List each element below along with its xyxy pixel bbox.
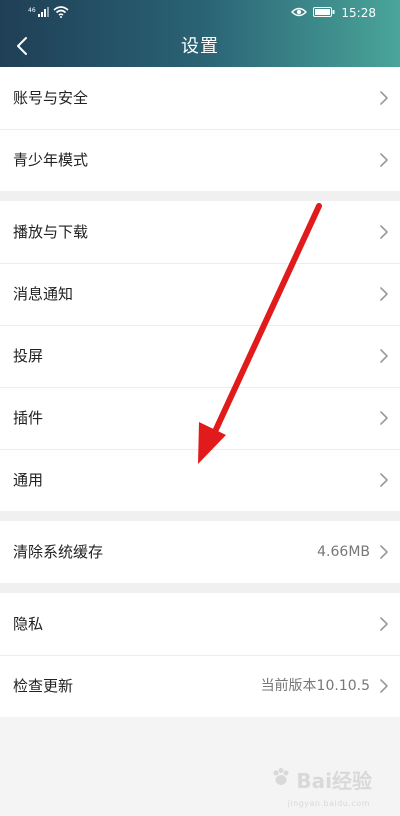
settings-row-playback-download[interactable]: 播放与下载 <box>0 201 400 263</box>
row-label: 检查更新 <box>13 677 74 695</box>
chevron-right-icon <box>380 349 388 363</box>
page-title: 设置 <box>181 36 219 57</box>
chevron-right-icon <box>380 411 388 425</box>
watermark-url: jingyan.baidu.com <box>287 799 370 808</box>
chevron-right-icon <box>380 679 388 693</box>
watermark-text: Bai经验 <box>296 769 372 793</box>
version-value: 当前版本10.10.5 <box>260 678 370 694</box>
settings-row-teen-mode[interactable]: 青少年模式 <box>0 129 400 191</box>
chevron-right-icon <box>380 617 388 631</box>
settings-row-cast-screen[interactable]: 投屏 <box>0 325 400 387</box>
row-label: 投屏 <box>13 347 44 365</box>
row-label: 播放与下载 <box>13 223 89 241</box>
section-divider <box>0 191 400 201</box>
row-label: 清除系统缓存 <box>13 543 104 561</box>
chevron-right-icon <box>380 225 388 239</box>
battery-icon <box>313 6 335 21</box>
chevron-right-icon <box>380 91 388 105</box>
row-label: 账号与安全 <box>13 89 89 107</box>
row-label: 通用 <box>13 471 44 489</box>
chevron-right-icon <box>380 473 388 487</box>
settings-row-privacy[interactable]: 隐私 <box>0 593 400 655</box>
signal-text: 46 <box>28 7 36 14</box>
status-bar: 46 15:28 <box>0 0 400 26</box>
signal-icon: 46 <box>28 6 50 21</box>
cache-size-value: 4.66MB <box>317 544 370 560</box>
settings-list: 账号与安全 青少年模式 播放与下载 消息通知 投屏 插件 通用 清除系统缓存 4… <box>0 67 400 717</box>
wifi-icon <box>53 5 69 21</box>
settings-group-general: 播放与下载 消息通知 投屏 插件 通用 <box>0 201 400 511</box>
status-left: 46 <box>28 5 69 21</box>
paw-icon <box>270 766 292 793</box>
chevron-right-icon <box>380 545 388 559</box>
settings-group-account: 账号与安全 青少年模式 <box>0 67 400 191</box>
chevron-right-icon <box>380 287 388 301</box>
settings-row-plugins[interactable]: 插件 <box>0 387 400 449</box>
settings-row-account-security[interactable]: 账号与安全 <box>0 67 400 129</box>
row-label: 隐私 <box>13 615 44 633</box>
settings-screen: 46 15:28 设置 账号与安全 青少年模式 播放与下载 消息通知 投屏 插件… <box>0 0 400 816</box>
status-right: 15:28 <box>291 5 376 21</box>
status-time: 15:28 <box>341 6 376 20</box>
chevron-right-icon <box>380 153 388 167</box>
settings-group-privacy: 隐私 检查更新 当前版本10.10.5 <box>0 593 400 717</box>
header: 46 15:28 设置 <box>0 0 400 67</box>
settings-row-check-update[interactable]: 检查更新 当前版本10.10.5 <box>0 655 400 717</box>
section-divider <box>0 583 400 593</box>
settings-row-notifications[interactable]: 消息通知 <box>0 263 400 325</box>
section-divider <box>0 511 400 521</box>
row-label: 插件 <box>13 409 44 427</box>
settings-row-clear-cache[interactable]: 清除系统缓存 4.66MB <box>0 521 400 583</box>
row-label: 青少年模式 <box>13 151 89 169</box>
nav-bar: 设置 <box>0 26 400 67</box>
row-label: 消息通知 <box>13 285 74 303</box>
settings-group-cache: 清除系统缓存 4.66MB <box>0 521 400 583</box>
watermark-logo: Bai经验 <box>270 765 372 794</box>
settings-row-general[interactable]: 通用 <box>0 449 400 511</box>
eye-icon <box>291 6 308 21</box>
